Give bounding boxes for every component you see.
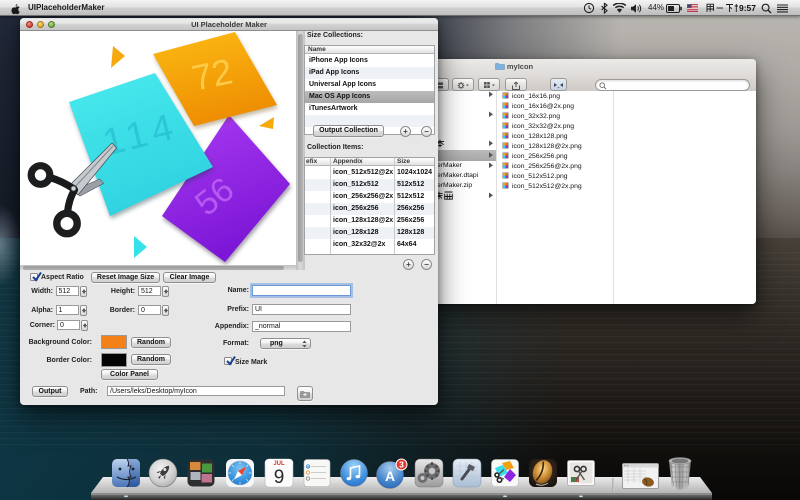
svg-text:A: A	[385, 468, 395, 484]
svg-text:3: 3	[399, 460, 404, 470]
svg-text:9: 9	[274, 467, 285, 488]
svg-text:72: 72	[188, 50, 236, 98]
